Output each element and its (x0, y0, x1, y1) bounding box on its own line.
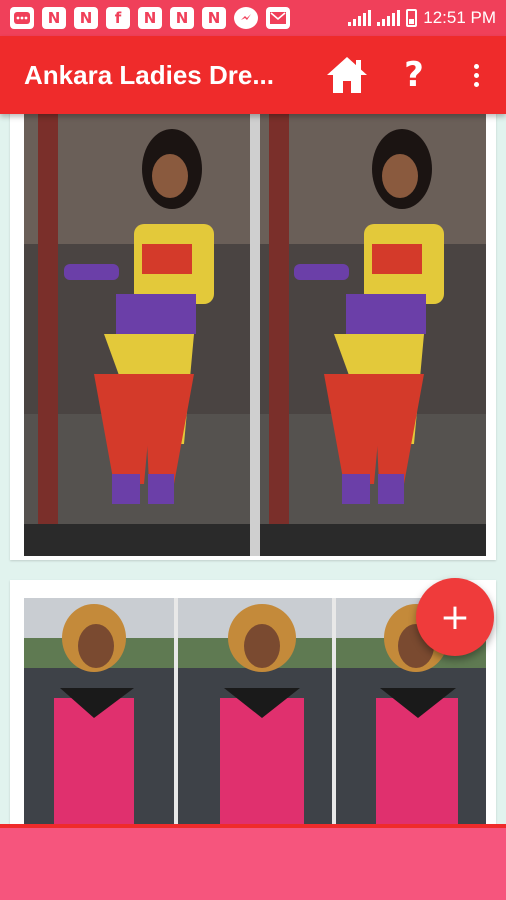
signal-icon (348, 10, 372, 26)
dress-photo[interactable] (24, 114, 486, 556)
add-fab-button[interactable]: + (416, 578, 494, 656)
facebook-icon: f (106, 7, 130, 29)
photo-illustration (24, 114, 486, 556)
status-bar: N N f N N N 12:51 PM (0, 0, 506, 36)
notification-icons: N N f N N N (10, 7, 290, 29)
messenger-icon (234, 7, 258, 29)
more-vert-icon (473, 63, 479, 87)
dress-photo[interactable] (24, 598, 486, 824)
n-app-icon: N (202, 7, 226, 29)
overflow-menu-button[interactable] (446, 36, 506, 114)
bottom-banner[interactable] (0, 824, 506, 900)
n-app-icon: N (138, 7, 162, 29)
n-app-icon: N (42, 7, 66, 29)
mail-icon (266, 7, 290, 29)
app-bar: Ankara Ladies Dre... ? (0, 36, 506, 114)
n-app-icon: N (170, 7, 194, 29)
plus-icon: + (439, 596, 471, 638)
n-app-icon: N (74, 7, 98, 29)
image-list[interactable] (0, 114, 506, 824)
help-button[interactable]: ? (382, 36, 446, 114)
home-icon (327, 57, 367, 93)
app-title: Ankara Ladies Dre... (24, 59, 274, 90)
status-time: 12:51 PM (423, 8, 496, 27)
photo-illustration (24, 598, 486, 824)
home-button[interactable] (312, 36, 382, 114)
battery-icon (406, 9, 418, 27)
chat-icon (10, 7, 34, 29)
signal-icon (377, 10, 401, 26)
image-card[interactable] (10, 114, 496, 560)
